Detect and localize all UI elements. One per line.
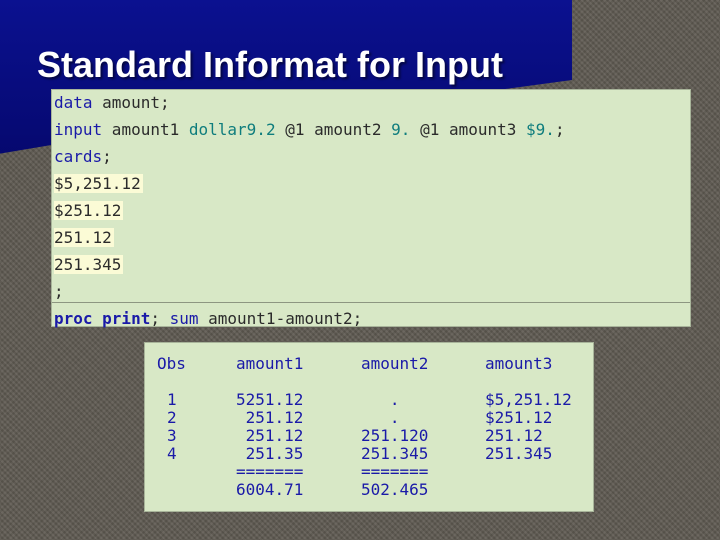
data-line-3: 251.12 <box>54 227 114 249</box>
code-divider <box>52 302 690 303</box>
code-semicolon: ; <box>102 147 112 166</box>
code-semicolon: ; <box>150 309 160 328</box>
code-text: amount; <box>92 93 170 112</box>
code-text: amount1-amount2; <box>198 309 363 328</box>
data-line-2: $251.12 <box>54 200 124 222</box>
data-value: $251.12 <box>54 201 124 220</box>
code-var-amount1: amount1 <box>102 120 189 139</box>
code-line-proc-print: proc print; sum amount1-amount2; <box>54 308 362 330</box>
slide-title: Standard Informat for Input <box>37 44 503 85</box>
informat-dollar: dollar9.2 <box>188 120 276 139</box>
column-header-amount1: amount1 <box>236 354 304 373</box>
keyword-input: input <box>54 120 103 139</box>
code-line-data: data amount; <box>54 92 170 114</box>
pointer-2: @1 <box>410 120 449 139</box>
column-header-amount3: amount3 <box>485 354 553 373</box>
keyword-data: data <box>54 93 93 112</box>
code-var-amount3: amount3 <box>448 120 527 139</box>
code-line-cards: cards; <box>54 146 112 168</box>
keyword-cards: cards <box>54 147 103 166</box>
amount3-column: $5,251.12 $251.12 251.12 251.345 <box>485 390 572 463</box>
pointer-1: @1 <box>275 120 315 139</box>
keyword-proc-print: proc print <box>54 309 151 328</box>
obs-column: 1 2 3 4 <box>167 390 177 463</box>
amount1-column: 5251.12 251.12 251.12 251.35 ======= 600… <box>236 390 304 499</box>
informat-numeric: 9. <box>391 120 411 139</box>
informat-char: $9. <box>526 120 555 139</box>
amount2-column: . . 251.120 251.345 ======= 502.465 <box>361 390 429 499</box>
data-value: 251.12 <box>54 228 114 247</box>
sas-code-window: data amount; input amount1 dollar9.2 @1 … <box>51 89 691 330</box>
column-header-obs: Obs <box>157 354 186 373</box>
keyword-sum: sum <box>159 309 199 328</box>
code-semicolon: ; <box>554 120 565 139</box>
code-line-terminator: ; <box>54 282 64 301</box>
column-header-amount2: amount2 <box>361 354 429 373</box>
code-var-amount2: amount2 <box>314 120 392 139</box>
sas-output-window: Obs amount1 amount2 amount3 1 2 3 4 5251… <box>144 342 594 512</box>
code-line-input: input amount1 dollar9.2 @1 amount2 9. @1… <box>54 119 565 141</box>
data-line-4: 251.345 <box>54 254 124 276</box>
data-value: 251.345 <box>54 255 124 274</box>
data-line-1: $5,251.12 <box>54 173 143 195</box>
data-value: $5,251.12 <box>54 174 143 193</box>
